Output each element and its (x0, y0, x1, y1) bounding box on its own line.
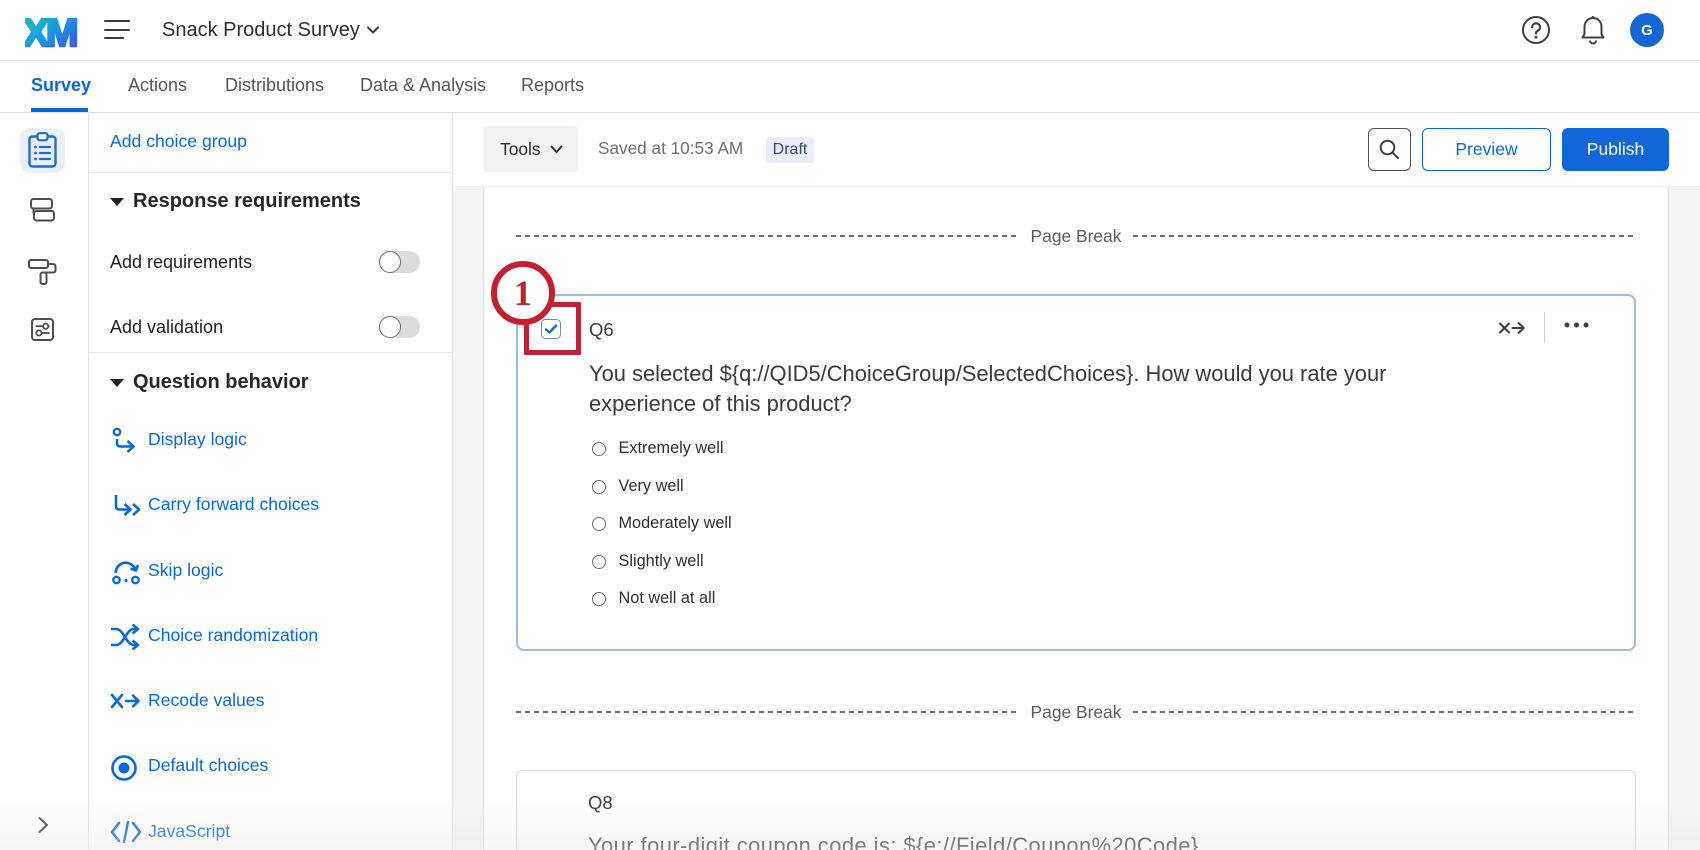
svg-text:XM: XM (25, 12, 76, 52)
